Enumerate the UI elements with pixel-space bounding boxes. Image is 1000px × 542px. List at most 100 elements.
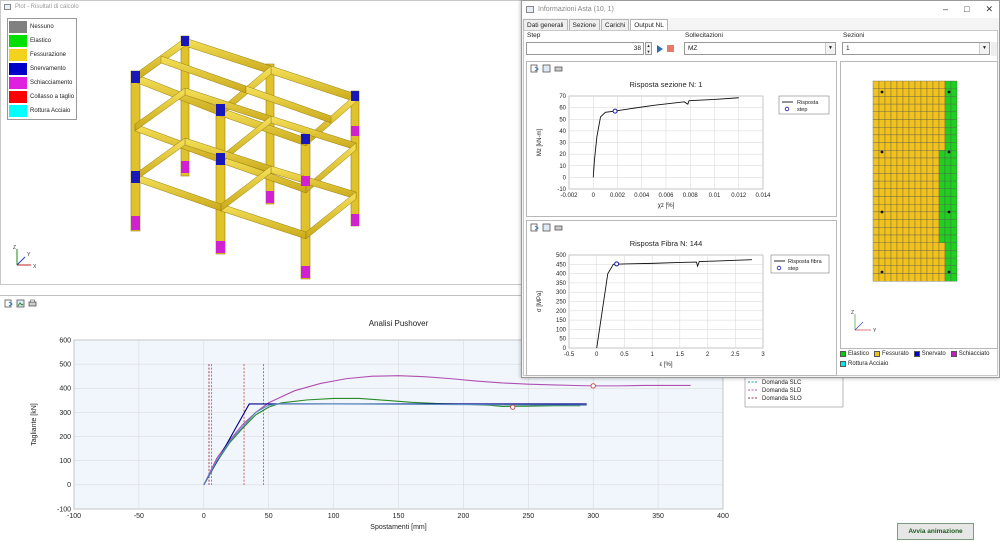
y-tick-label: 500 xyxy=(59,361,71,368)
output-nl-panel: Step 38 ▲ ▼ Sollecitazioni MZ ▼ Sezioni 1… xyxy=(523,30,998,376)
step-input[interactable]: 38 xyxy=(526,42,644,55)
x-tick-label: 1 xyxy=(650,352,654,358)
chevron-down-icon[interactable]: ▼ xyxy=(979,43,989,54)
fiber-cell xyxy=(878,234,886,243)
fiber-cell xyxy=(932,142,940,151)
step-spinner[interactable]: ▲ ▼ xyxy=(645,42,652,55)
x-tick-label: 0.01 xyxy=(709,193,721,199)
fiber-cell xyxy=(914,219,922,228)
fiber-cell xyxy=(926,265,934,274)
fiber-cell xyxy=(890,227,898,236)
legend-label: step xyxy=(797,107,807,113)
fiber-cell xyxy=(872,127,880,136)
fiber-cell xyxy=(926,157,934,166)
info-tabs: Dati generali Sezione Carichi Output NL xyxy=(523,19,669,30)
legend-swatch xyxy=(9,21,27,33)
section-fiber-view[interactable]: Z Y xyxy=(840,61,998,349)
fiber-cell xyxy=(932,234,940,243)
tab-carichi[interactable]: Carichi xyxy=(601,19,630,30)
fiber-cell xyxy=(884,119,892,128)
fiber-cell xyxy=(872,250,880,259)
image-icon[interactable] xyxy=(16,299,25,308)
fiber-cell xyxy=(938,180,946,189)
fiber-cell xyxy=(872,204,880,213)
fiber-cell xyxy=(950,127,958,136)
rebar xyxy=(880,90,884,94)
y-tick-label: 350 xyxy=(556,281,567,287)
fiber-cell xyxy=(914,250,922,259)
minimize-icon[interactable]: – xyxy=(943,1,948,18)
sezioni-label: Sezioni xyxy=(843,32,865,39)
fiber-cell xyxy=(950,234,958,243)
fiber-cell xyxy=(890,88,898,97)
fiber-cell xyxy=(890,150,898,159)
axis-y-label: Y xyxy=(873,328,877,334)
fiber-cell xyxy=(932,196,940,205)
close-icon[interactable]: ✕ xyxy=(985,1,993,18)
chevron-down-icon[interactable]: ▼ xyxy=(825,43,835,54)
fiber-cell xyxy=(896,157,904,166)
x-tick-label: 0 xyxy=(202,513,206,520)
fiber-cell xyxy=(914,150,922,159)
fiber-cell xyxy=(908,157,916,166)
tab-dati-generali[interactable]: Dati generali xyxy=(523,19,568,30)
y-tick-label: -100 xyxy=(57,506,71,513)
y-tick-label: 20 xyxy=(559,152,566,158)
tab-output-nl[interactable]: Output NL xyxy=(630,19,668,30)
fiber-cell xyxy=(926,142,934,151)
sezioni-select[interactable]: 1 ▼ xyxy=(842,42,990,55)
fiber-cell xyxy=(890,211,898,220)
fiber-cell xyxy=(938,211,946,220)
x-tick-label: 3 xyxy=(761,352,765,358)
fiber-cell xyxy=(872,119,880,128)
maximize-icon[interactable]: □ xyxy=(964,1,969,18)
fiber-cell xyxy=(902,142,910,151)
section-fiber-grid: Z Y xyxy=(851,80,958,334)
print-icon[interactable] xyxy=(28,299,37,308)
fiber-cell xyxy=(938,257,946,266)
play-icon[interactable] xyxy=(657,45,663,53)
fiber-cell xyxy=(896,88,904,97)
fiber-cell xyxy=(908,111,916,120)
y-axis-label: Mz [kN-m] xyxy=(537,129,543,157)
fiber-cell xyxy=(908,150,916,159)
fiber-cell xyxy=(914,180,922,189)
x-tick-label: 250 xyxy=(522,513,534,520)
fiber-cell xyxy=(938,96,946,105)
fiber-cell xyxy=(896,142,904,151)
fiber-cell xyxy=(914,211,922,220)
fiber-cell xyxy=(920,250,928,259)
stop-icon[interactable] xyxy=(667,45,674,52)
step-marker xyxy=(614,261,620,267)
fiber-cell xyxy=(938,188,946,197)
3d-frame-view[interactable] xyxy=(121,16,381,281)
rebar xyxy=(880,150,884,154)
plot-window: Plot - Risultati di calcolo Nessuno Elast… xyxy=(0,0,522,285)
fiber-cell xyxy=(884,127,892,136)
fiber-cell xyxy=(902,196,910,205)
info-window-title: Informazioni Asta (10, 1) xyxy=(538,6,614,13)
export-icon[interactable] xyxy=(4,299,13,308)
x-tick-label: 150 xyxy=(393,513,405,520)
fiber-cell xyxy=(872,142,880,151)
fiber-cell xyxy=(896,250,904,259)
rebar xyxy=(880,270,884,274)
fiber-cell xyxy=(950,173,958,182)
legend-item: Fessurazione xyxy=(9,48,75,62)
x-axis-label: Spostamenti [mm] xyxy=(370,524,426,531)
tab-sezione[interactable]: Sezione xyxy=(568,19,600,30)
fiber-cell xyxy=(950,165,958,174)
y-tick-label: 40 xyxy=(559,129,566,135)
y-tick-label: 200 xyxy=(59,434,71,441)
fiber-cell xyxy=(920,257,928,266)
section-response-chart: -0.002 0 0.002 0.004 0.006 0.008 0.01 0.012 0.01… xyxy=(537,80,830,209)
sollecitazioni-select[interactable]: MZ ▼ xyxy=(684,42,836,55)
x-axis-label: χz [%] xyxy=(658,203,675,209)
y-tick-label: 70 xyxy=(559,94,566,100)
fiber-cell xyxy=(920,157,928,166)
start-animation-button[interactable]: Avvia animazione xyxy=(897,523,974,540)
axis-x-label: X xyxy=(33,264,37,270)
scrollbar[interactable] xyxy=(991,42,997,56)
fiber-cell xyxy=(872,227,880,236)
fiber-cell xyxy=(890,188,898,197)
